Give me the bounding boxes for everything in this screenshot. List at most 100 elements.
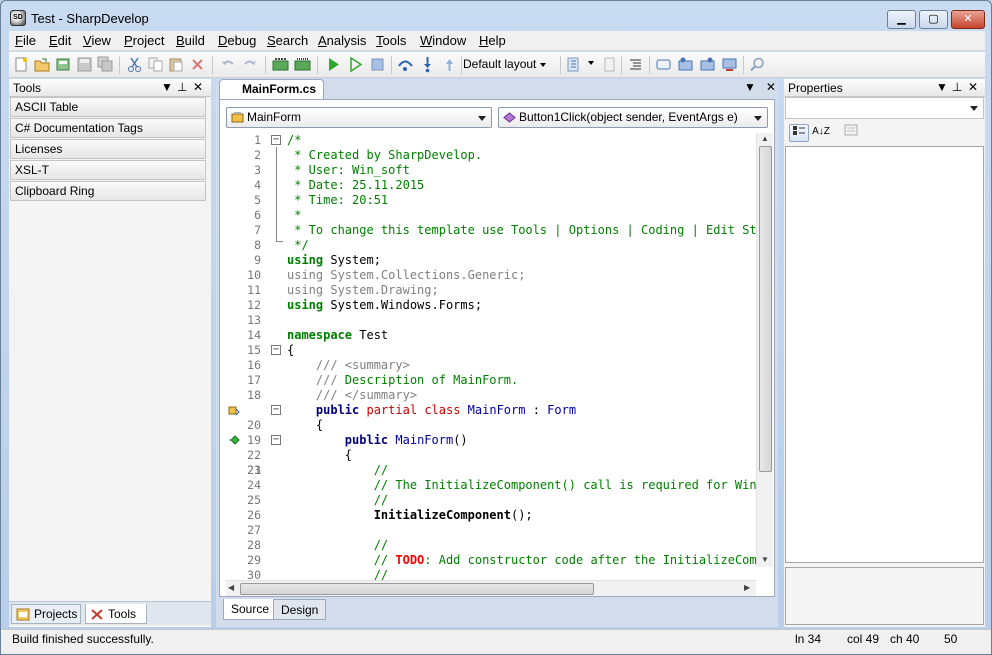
code-line: 25 // [247, 493, 389, 507]
build-icon[interactable] [272, 56, 289, 73]
alphabetical-view-button[interactable]: A↓Z [811, 124, 831, 142]
pad-menu-icon[interactable]: ▼ [936, 80, 948, 94]
close-icon[interactable]: ✕ [193, 80, 203, 94]
tab-design[interactable]: Design [273, 599, 327, 620]
chevron-down-icon [540, 62, 547, 67]
close-icon[interactable]: ✕ [968, 80, 978, 94]
toolbar-separator [317, 56, 318, 74]
menu-edit[interactable]: Edit [49, 33, 71, 48]
stop-icon[interactable] [369, 56, 386, 73]
editor-horizontal-scrollbar[interactable]: ◀ ▶ [226, 580, 756, 596]
bookmark-next-icon[interactable] [601, 56, 618, 73]
horizontal-scroll-thumb[interactable] [240, 583, 594, 595]
vertical-scroll-thumb[interactable] [759, 146, 772, 472]
scroll-up-icon[interactable]: ▲ [761, 134, 769, 143]
code-line: 23 // [247, 463, 389, 477]
member-dropdown[interactable]: Button1Click(object sender, EventArgs e) [498, 107, 768, 128]
chevron-down-icon [970, 106, 978, 111]
replace-icon[interactable] [721, 56, 738, 73]
menu-window[interactable]: Window [420, 33, 466, 48]
method-icon [503, 112, 516, 123]
run-icon[interactable] [325, 56, 342, 73]
toolbar-separator [391, 56, 392, 74]
scroll-left-icon[interactable]: ◀ [228, 583, 234, 592]
editor-close-icon[interactable]: ✕ [766, 80, 776, 94]
fold-toggle[interactable]: − [271, 345, 281, 355]
scroll-down-icon[interactable]: ▼ [761, 555, 769, 564]
copy-icon[interactable] [147, 56, 164, 73]
new-file-icon[interactable] [13, 56, 30, 73]
step-into-icon[interactable] [419, 56, 436, 73]
find-in-files-icon[interactable] [699, 56, 716, 73]
editor-controls: ▼ ✕ [744, 80, 776, 94]
tab-source[interactable]: Source [223, 599, 278, 620]
pin-icon[interactable]: ⊥ [177, 80, 187, 94]
property-pages-button[interactable] [841, 124, 861, 142]
paste-icon[interactable] [168, 56, 185, 73]
layout-dropdown[interactable]: Default layout [463, 57, 547, 71]
tool-category-xsl-t[interactable]: XSL-T [10, 160, 206, 180]
menu-build[interactable]: Build [176, 33, 205, 48]
tool-category-csharp-doc-tags[interactable]: C# Documentation Tags [10, 118, 206, 138]
editor-menu-icon[interactable]: ▼ [744, 80, 756, 94]
code-line: 17 /// Description of MainForm. [247, 373, 519, 387]
status-column: col 49 [847, 632, 880, 646]
maximize-button[interactable]: ▢ [919, 10, 948, 29]
tab-projects[interactable]: Projects [11, 604, 81, 624]
categorized-icon [793, 126, 805, 135]
class-dropdown[interactable]: MainForm [226, 107, 492, 128]
fold-toggle[interactable]: − [271, 435, 281, 445]
find-icon[interactable] [677, 56, 694, 73]
save-all-icon[interactable] [97, 56, 114, 73]
rebuild-icon[interactable] [294, 56, 311, 73]
property-grid[interactable] [785, 146, 984, 563]
tool-category-clipboard-ring[interactable]: Clipboard Ring [10, 181, 206, 201]
save-icon[interactable] [76, 56, 93, 73]
chevron-down-icon[interactable] [588, 61, 594, 65]
menu-view[interactable]: View [83, 33, 111, 48]
search-icon[interactable] [749, 56, 766, 73]
fold-toggle[interactable]: − [271, 405, 281, 415]
cut-icon[interactable] [126, 56, 143, 73]
menu-search[interactable]: Search [267, 33, 308, 48]
projects-icon [16, 608, 30, 621]
align-lines-icon[interactable] [627, 56, 644, 73]
delete-icon[interactable] [189, 56, 206, 73]
tools-pad-header: Tools ▼ ⊥ ✕ [9, 79, 211, 97]
fold-toggle[interactable]: − [271, 135, 281, 145]
menu-file[interactable]: File [15, 33, 36, 48]
redo-icon[interactable] [241, 56, 258, 73]
open-project-icon[interactable] [55, 56, 72, 73]
code-line: 2 * Created by SharpDevelop. [254, 148, 483, 162]
pin-icon[interactable]: ⊥ [952, 80, 962, 94]
open-file-icon[interactable] [34, 56, 51, 73]
step-out-icon[interactable] [441, 56, 458, 73]
run-without-debug-icon[interactable] [347, 56, 364, 73]
status-message: Build finished successfully. [12, 632, 154, 646]
close-button[interactable]: ✕ [951, 10, 985, 29]
menu-debug[interactable]: Debug [218, 33, 256, 48]
menu-tools[interactable]: Tools [376, 33, 406, 48]
code-line: 18 /// </summary> [247, 388, 418, 402]
properties-object-dropdown[interactable] [785, 97, 984, 119]
tool-category-licenses[interactable]: Licenses [10, 139, 206, 159]
pad-menu-icon[interactable]: ▼ [161, 80, 173, 94]
minimize-button[interactable]: ▁ [887, 10, 916, 29]
step-over-icon[interactable] [397, 56, 414, 73]
comment-icon[interactable] [655, 56, 672, 73]
tools-pad-title: Tools [13, 81, 42, 95]
scroll-right-icon[interactable]: ▶ [744, 583, 750, 592]
undo-icon[interactable] [220, 56, 237, 73]
document-tab-mainform[interactable]: MainForm.cs [219, 79, 324, 99]
editor-vertical-scrollbar[interactable]: ▲ ▼ [756, 133, 773, 567]
bookmark-icon[interactable] [565, 56, 582, 73]
tool-category-ascii-table[interactable]: ASCII Table [10, 97, 206, 117]
categorized-view-button[interactable] [789, 124, 809, 142]
code-line: 29 // TODO: Add constructor code after t… [247, 553, 756, 567]
menu-project[interactable]: Project [124, 33, 164, 48]
tab-tools[interactable]: Tools [85, 604, 147, 624]
editor-area: MainForm.cs ▼ ✕ MainForm Button1Click(ob… [216, 79, 778, 627]
menu-analysis[interactable]: Analysis [318, 33, 366, 48]
code-editor[interactable]: 1−/* 2 * Created by SharpDevelop. 3 * Us… [220, 133, 756, 580]
menu-help[interactable]: Help [479, 33, 506, 48]
